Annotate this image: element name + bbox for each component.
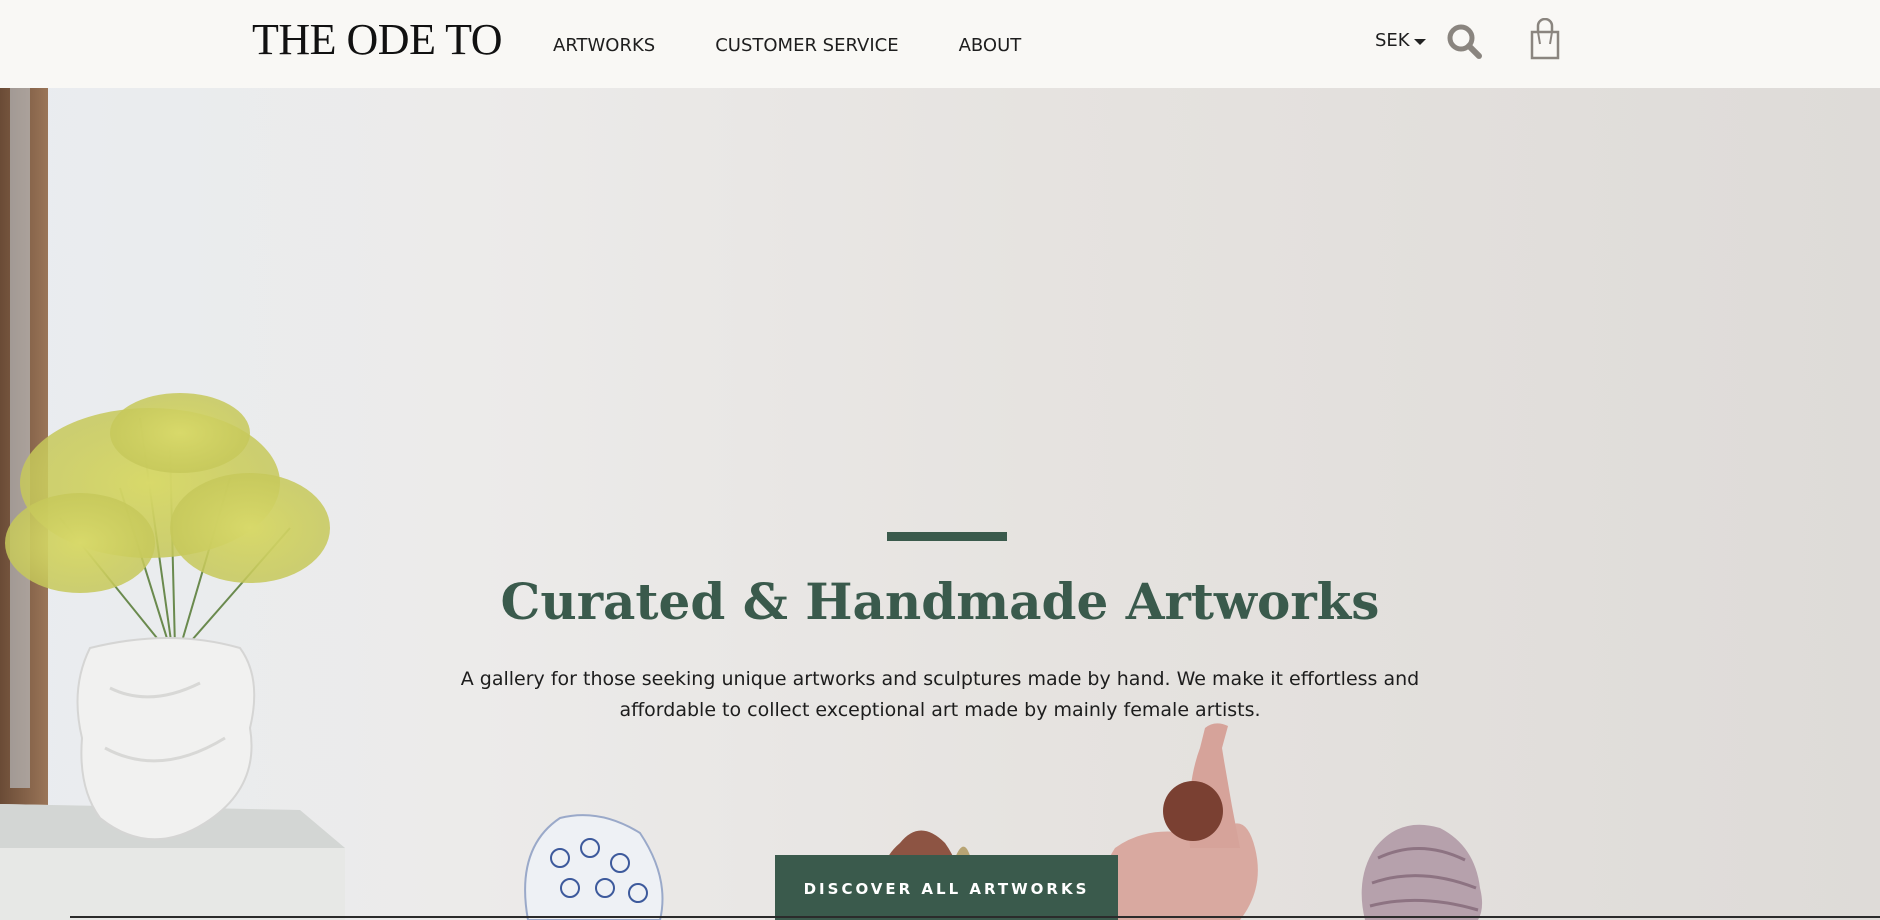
discover-all-artworks-button[interactable]: DISCOVER ALL ARTWORKS — [775, 855, 1118, 920]
nav-item-about[interactable]: ABOUT — [959, 34, 1022, 58]
shopping-bag-icon — [1530, 17, 1560, 60]
cart-button[interactable] — [1528, 17, 1562, 62]
hero-banner: Curated & Handmade Artworks A gallery fo… — [0, 88, 1880, 920]
site-logo[interactable]: THE ODE TO — [252, 16, 503, 64]
main-nav: ARTWORKS CUSTOMER SERVICE ABOUT — [553, 34, 1081, 58]
caret-down-icon — [1413, 38, 1426, 45]
page-divider — [70, 916, 1880, 918]
currency-label: SEK — [1375, 30, 1410, 51]
hero-photo — [0, 88, 1483, 920]
search-icon — [1447, 24, 1482, 59]
search-button[interactable] — [1445, 22, 1485, 62]
currency-selector[interactable]: SEK — [1375, 30, 1426, 51]
hero-title: Curated & Handmade Artworks — [500, 572, 1380, 631]
hero-subtitle: A gallery for those seeking unique artwo… — [460, 668, 1420, 721]
nav-item-customer-service[interactable]: CUSTOMER SERVICE — [715, 34, 898, 58]
site-header: THE ODE TO ARTWORKS CUSTOMER SERVICE ABO… — [0, 0, 1880, 88]
hero-accent-bar — [887, 532, 1007, 541]
nav-item-artworks[interactable]: ARTWORKS — [553, 34, 655, 58]
